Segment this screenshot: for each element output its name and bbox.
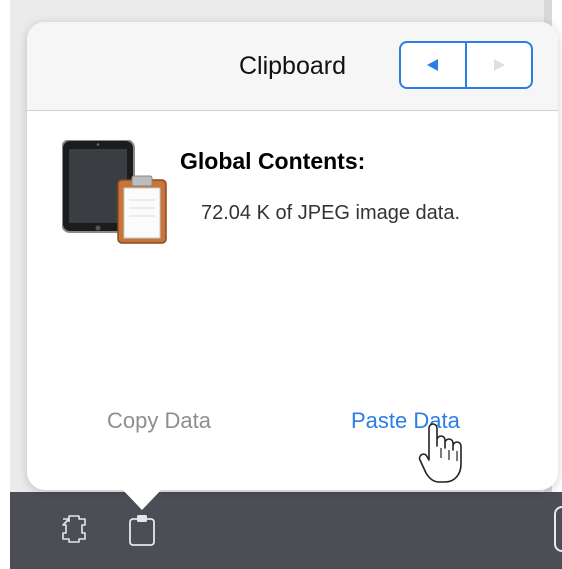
clipboard-button[interactable] — [128, 513, 156, 546]
bottom-toolbar — [10, 492, 562, 569]
hand-pointer-icon — [415, 418, 471, 490]
left-triangle-icon — [427, 59, 438, 71]
clipboard-data-description: 72.04 K of JPEG image data. — [201, 202, 461, 224]
popover-header: Clipboard — [27, 22, 558, 111]
edge-button[interactable] — [554, 506, 562, 552]
copy-data-button[interactable]: Copy Data — [107, 408, 211, 434]
clipboard-popover: Clipboard Global Contents: 72.04 K of JP… — [27, 22, 558, 490]
previous-button[interactable] — [401, 43, 465, 87]
clipboard-icon — [129, 515, 155, 546]
popover-arrow — [121, 488, 163, 510]
fullscreen-icon — [62, 515, 86, 543]
fullscreen-button[interactable] — [60, 513, 88, 545]
global-contents-label: Global Contents: — [180, 148, 366, 174]
right-triangle-icon — [494, 59, 505, 71]
tablet-clipboard-icon — [61, 139, 170, 248]
next-button[interactable] — [465, 43, 531, 87]
history-navigation — [399, 41, 533, 89]
